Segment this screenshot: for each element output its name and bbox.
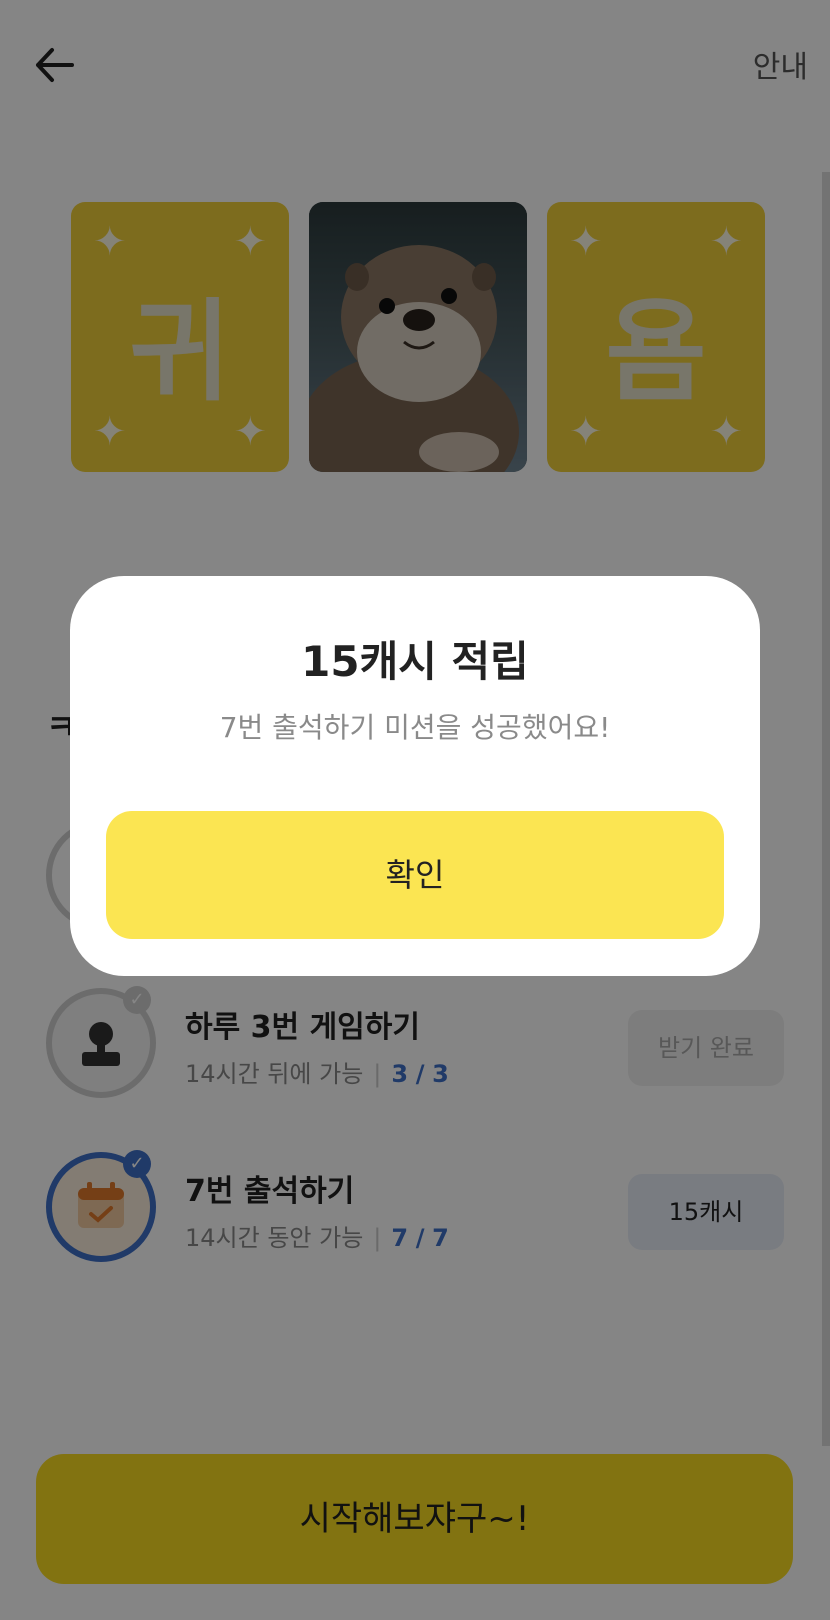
modal-title: 15캐시 적립 <box>301 637 529 686</box>
confirm-button[interactable]: 확인 <box>106 811 724 939</box>
reward-modal: 15캐시 적립 7번 출석하기 미션을 성공했어요! 확인 <box>70 576 760 976</box>
modal-message: 7번 출석하기 미션을 성공했어요! <box>219 711 611 744</box>
mission-page: 안내 ✦ ✦ ✦ ✦ 귀 ✦ ✦ ✦ ✦ 욤 ㅋ ✓ 하루 3번 게임하기 14… <box>0 0 830 1620</box>
